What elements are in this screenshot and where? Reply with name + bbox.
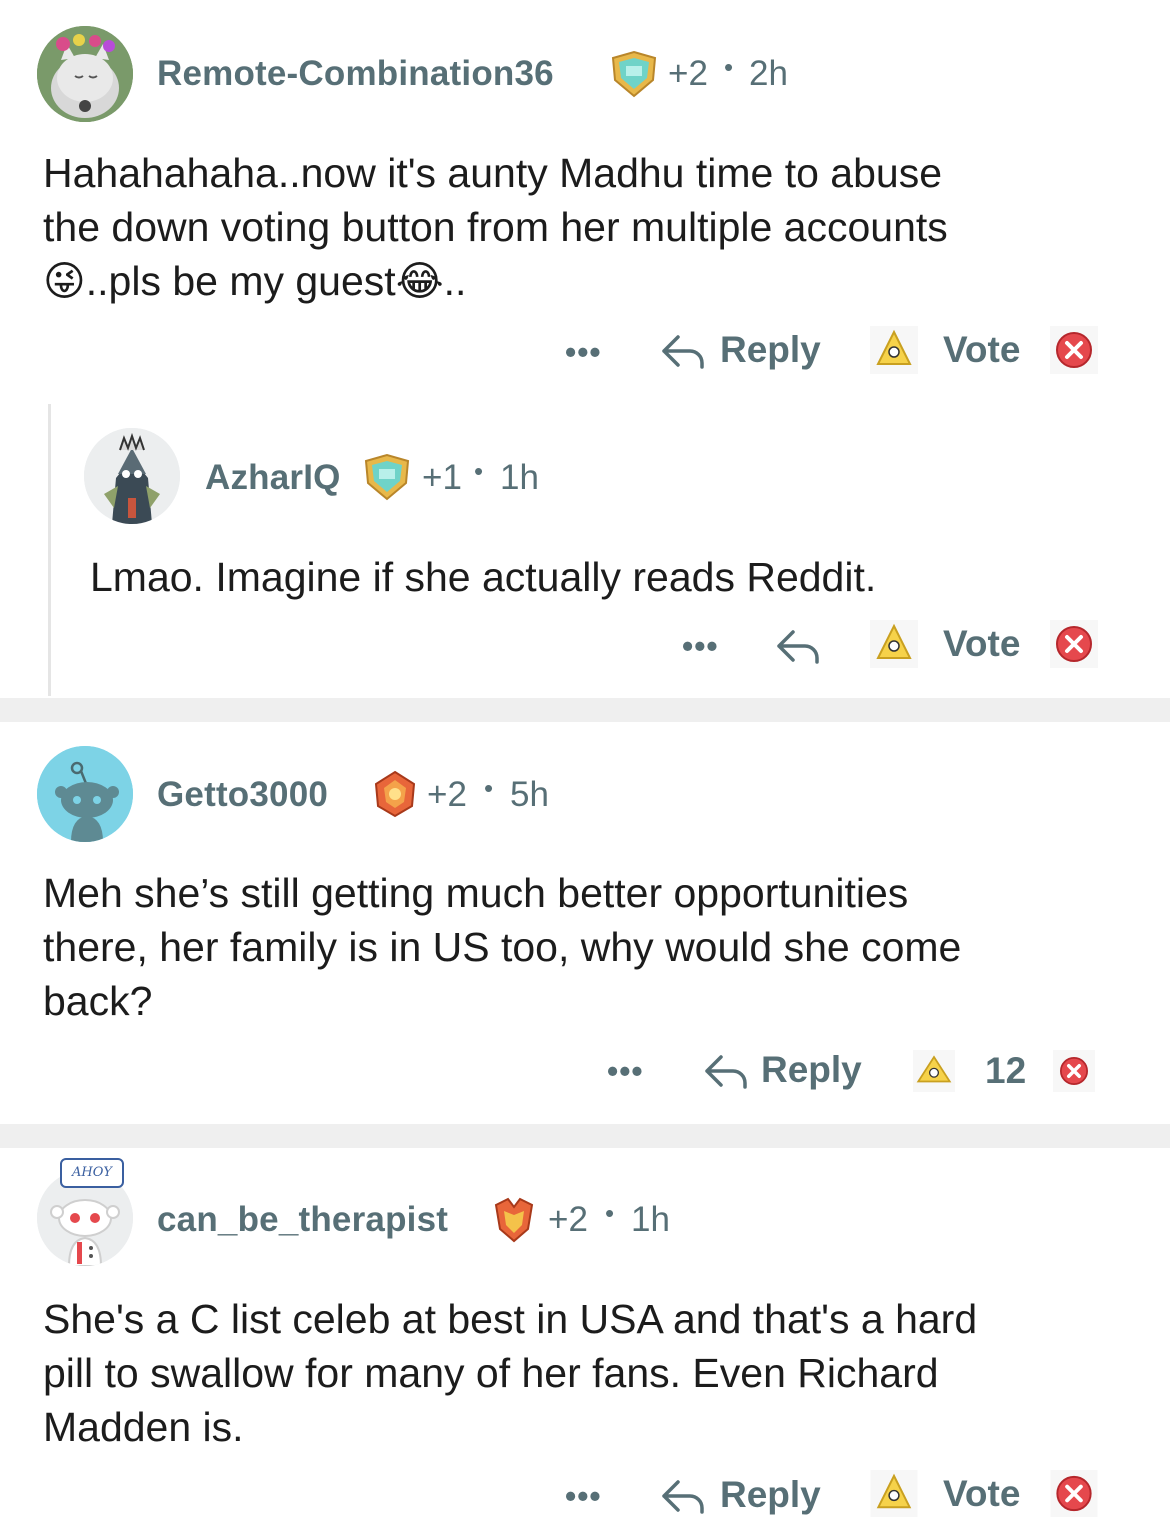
achievement-badge-icon[interactable] [362,453,412,506]
more-dots-icon[interactable]: ••• [682,628,719,665]
comment-age: 1h [500,458,539,497]
achievement-badge-icon[interactable] [609,50,659,103]
downvote-icon[interactable] [1050,620,1098,673]
reply-label: Reply [720,1474,821,1515]
comment-body: Lmao. Imagine if she actually reads Redd… [90,554,877,600]
thread-line[interactable] [48,404,51,696]
winking-face-emoji: 😜 [43,258,86,304]
comment-body-line: back? [43,978,153,1024]
comment-karma: +2 [668,54,708,93]
comment-karma: +1 [422,458,462,497]
comment-body-line: there, her family is in US too, why woul… [43,924,962,970]
reply-label: Reply [761,1049,862,1090]
more-dots-icon[interactable]: ••• [607,1053,644,1090]
avatar-hat-text: AHOY [72,1165,112,1180]
sailor-hat-icon: AHOY [60,1158,124,1188]
vote-count: Vote [943,1473,1021,1514]
comment-body: Hahahahaha..now it's aunty Madhu time to… [43,146,1143,308]
comment-separator [0,698,1170,722]
vote-count: 12 [985,1050,1027,1091]
meta-separator: • [605,1198,615,1228]
reply-arrow-icon [777,630,819,664]
comment-username[interactable]: AzharIQ [205,458,341,498]
upvote-icon[interactable] [870,620,918,673]
comment-age: 2h [749,54,788,93]
reply-arrow-icon [705,1055,747,1089]
comment-age: 1h [631,1200,670,1239]
snoo-avatar-icon [37,746,133,842]
avatar[interactable] [37,26,133,122]
meta-separator: • [724,52,734,82]
achievement-badge-icon[interactable] [372,770,418,823]
comment-body: She's a C list celeb at best in USA and … [43,1292,1143,1454]
armored-avatar-icon [84,428,180,524]
downvote-icon[interactable] [1050,326,1098,379]
reply-button[interactable] [775,622,823,668]
comment-body-line: pill to swallow for many of her fans. Ev… [43,1350,939,1396]
comment-body-line: Madden is. [43,1404,244,1450]
upvote-icon[interactable] [870,326,918,379]
comment-username[interactable]: Remote-Combination36 [157,54,554,94]
cat-avatar-icon [37,26,133,122]
vote-count: Vote [943,329,1021,370]
upvote-icon[interactable] [870,1470,918,1522]
comment-body-line: She's a C list celeb at best in USA and … [43,1296,978,1342]
comment-karma: +2 [548,1200,588,1239]
avatar[interactable] [84,428,180,524]
meta-separator: • [474,456,484,486]
comment-body-line: Hahahahaha..now it's aunty Madhu time to… [43,150,943,196]
laughing-face-emoji: 😂 [395,258,444,304]
meta-separator: • [484,773,494,803]
downvote-icon[interactable] [1050,1470,1098,1522]
vote-count: Vote [943,623,1021,664]
more-dots-icon[interactable]: ••• [565,1478,602,1515]
comment-karma: +2 [427,775,467,814]
avatar[interactable] [37,746,133,842]
reply-label: Reply [720,329,821,370]
comment-body-line: 😜..pls be my guest😂.. [43,258,467,304]
comment-body: Meh she’s still getting much better oppo… [43,866,1143,1028]
comment-username[interactable]: Getto3000 [157,775,328,815]
reply-arrow-icon [662,1480,704,1514]
more-dots-icon[interactable]: ••• [565,334,602,371]
comment-username[interactable]: can_be_therapist [157,1200,448,1240]
comment-body-line: the down voting button from her multiple… [43,204,948,250]
reply-arrow-icon [662,335,704,369]
upvote-icon[interactable] [912,1050,956,1097]
achievement-badge-icon[interactable] [490,1195,538,1250]
comment-separator [0,1124,1170,1148]
downvote-icon[interactable] [1052,1050,1096,1097]
comment-body-line: Meh she’s still getting much better oppo… [43,870,909,916]
comment-age: 5h [510,775,549,814]
